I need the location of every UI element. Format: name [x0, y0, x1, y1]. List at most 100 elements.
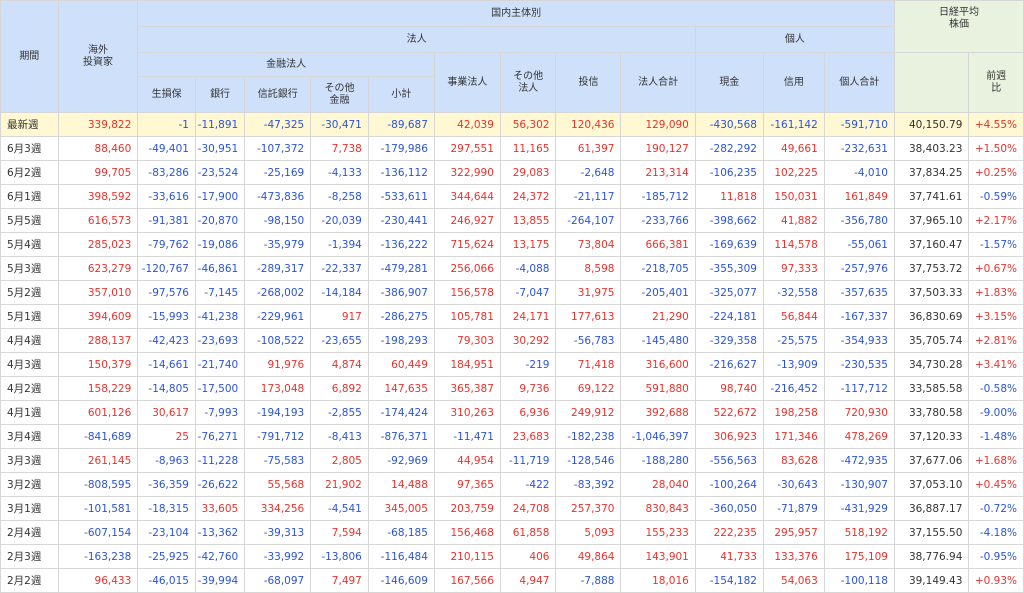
value-cell: 171,346: [762, 424, 825, 449]
nikkei-price-cell: 37,120.33: [893, 424, 970, 449]
week-change-cell: +4.55%: [968, 112, 1024, 137]
value-cell: 156,468: [433, 520, 501, 545]
value-cell: 114,578: [762, 232, 825, 257]
value-cell: 150,379: [57, 352, 139, 377]
value-cell: -289,317: [244, 256, 312, 281]
value-cell: 830,843: [620, 496, 696, 521]
value-cell: -116,484: [367, 544, 435, 569]
value-cell: -49,401: [137, 136, 196, 161]
value-cell: -68,097: [244, 568, 312, 593]
header-financial-institutions: 金融法人: [137, 52, 435, 77]
value-cell: 155,233: [620, 520, 696, 545]
week-change-cell: +2.81%: [968, 328, 1024, 353]
value-cell: -1,046,397: [620, 424, 696, 449]
value-cell: -26,622: [194, 472, 246, 497]
value-cell: -8,963: [137, 448, 196, 473]
period-cell: 3月4週: [0, 424, 59, 449]
value-cell: -360,050: [694, 496, 764, 521]
value-cell: -472,935: [823, 448, 895, 473]
value-cell: -7,888: [555, 568, 622, 593]
header-individuals: 個人: [694, 26, 895, 53]
value-cell: -591,710: [823, 112, 895, 137]
nikkei-price-cell: 37,753.72: [893, 256, 970, 281]
value-cell: 147,635: [367, 376, 435, 401]
week-change-cell: +3.15%: [968, 304, 1024, 329]
value-cell: -232,631: [823, 136, 895, 161]
period-cell: 2月3週: [0, 544, 59, 569]
period-cell: 6月2週: [0, 160, 59, 185]
value-cell: 203,759: [433, 496, 501, 521]
nikkei-price-cell: 35,705.74: [893, 328, 970, 353]
value-cell: 83,628: [762, 448, 825, 473]
value-cell: 60,449: [367, 352, 435, 377]
value-cell: -91,381: [137, 208, 196, 233]
value-cell: -229,961: [244, 304, 312, 329]
table-row: 3月1週 -101,581 -18,315 33,605 334,256 -4,541 34…: [0, 496, 1024, 521]
value-cell: 33,605: [194, 496, 246, 521]
value-cell: -130,907: [823, 472, 895, 497]
value-cell: 394,609: [57, 304, 139, 329]
value-cell: -22,337: [310, 256, 369, 281]
header-week-over-week: 前週 比: [968, 52, 1024, 113]
value-cell: 30,617: [137, 400, 196, 425]
value-cell: 143,901: [620, 544, 696, 569]
nikkei-price-cell: 37,834.25: [893, 160, 970, 185]
value-cell: -128,546: [555, 448, 622, 473]
value-cell: -11,719: [499, 448, 557, 473]
value-cell: 21,902: [310, 472, 369, 497]
value-cell: -174,424: [367, 400, 435, 425]
value-cell: 102,225: [762, 160, 825, 185]
value-cell: 91,976: [244, 352, 312, 377]
header-insurance: 生損保: [137, 76, 196, 113]
value-cell: -2,648: [555, 160, 622, 185]
table-body: 最新週 339,822 -1 -11,891 -47,325 -30,471 -89,687…: [0, 112, 1024, 593]
value-cell: -76,271: [194, 424, 246, 449]
value-cell: 54,063: [762, 568, 825, 593]
value-cell: -33,992: [244, 544, 312, 569]
value-cell: -19,086: [194, 232, 246, 257]
value-cell: -101,581: [57, 496, 139, 521]
value-cell: 61,858: [499, 520, 557, 545]
table-row: 5月2週 357,010 -97,576 -7,145 -268,002 -14,184-…: [0, 280, 1024, 305]
value-cell: -169,639: [694, 232, 764, 257]
value-cell: 42,039: [433, 112, 501, 137]
value-cell: -473,836: [244, 184, 312, 209]
value-cell: 8,598: [555, 256, 622, 281]
value-cell: 7,594: [310, 520, 369, 545]
value-cell: -42,760: [194, 544, 246, 569]
value-cell: -422: [499, 472, 557, 497]
value-cell: 406: [499, 544, 557, 569]
value-cell: 917: [310, 304, 369, 329]
value-cell: 210,115: [433, 544, 501, 569]
value-cell: -15,993: [137, 304, 196, 329]
value-cell: -18,315: [137, 496, 196, 521]
value-cell: -23,693: [194, 328, 246, 353]
header-corp-total: 法人合計: [620, 52, 696, 113]
value-cell: -1,394: [310, 232, 369, 257]
value-cell: -47,325: [244, 112, 312, 137]
value-cell: 591,880: [620, 376, 696, 401]
header-other-financial: その他 金融: [310, 76, 369, 113]
value-cell: -33,616: [137, 184, 196, 209]
value-cell: 97,333: [762, 256, 825, 281]
value-cell: -136,222: [367, 232, 435, 257]
value-cell: -13,806: [310, 544, 369, 569]
value-cell: -398,662: [694, 208, 764, 233]
value-cell: -23,104: [137, 520, 196, 545]
value-cell: 249,912: [555, 400, 622, 425]
value-cell: -264,107: [555, 208, 622, 233]
value-cell: -224,181: [694, 304, 764, 329]
value-cell: -216,627: [694, 352, 764, 377]
value-cell: 316,600: [620, 352, 696, 377]
value-cell: -386,907: [367, 280, 435, 305]
period-cell: 5月3週: [0, 256, 59, 281]
value-cell: 295,957: [762, 520, 825, 545]
value-cell: -25,925: [137, 544, 196, 569]
value-cell: 222,235: [694, 520, 764, 545]
week-change-cell: -0.72%: [968, 496, 1024, 521]
value-cell: 30,292: [499, 328, 557, 353]
value-cell: -23,524: [194, 160, 246, 185]
value-cell: 31,975: [555, 280, 622, 305]
value-cell: -92,969: [367, 448, 435, 473]
value-cell: -808,595: [57, 472, 139, 497]
